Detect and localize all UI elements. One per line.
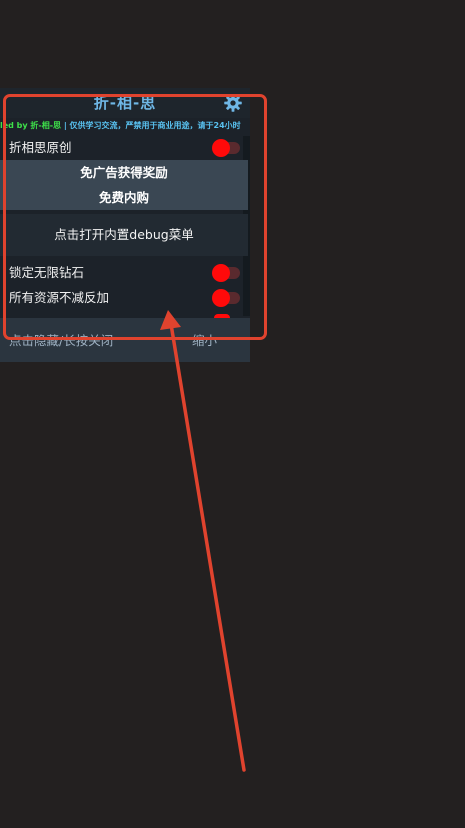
marquee-credit: led by 折-相-思 [0,121,62,130]
switch-knob [212,289,230,307]
toggle-label: 折相思原创 [9,140,72,155]
marquee-disclaimer: | 仅供学习交流，严禁用于商业用途，请于24小时 [61,121,241,130]
menu-footer: 点击隐藏/长按关闭 缩小 [0,318,250,362]
toggle-row-diamonds[interactable]: 锁定无限钻石 [0,261,243,285]
menu-title: 折-相-思 [93,94,157,112]
toggle-row-original[interactable]: 折相思原创 [0,136,243,160]
debug-menu-button[interactable]: 点击打开内置debug菜单 [0,214,248,256]
reward-purchase-block: 免广告获得奖励 免费内购 [0,160,248,210]
free-purchase-button[interactable]: 免费内购 [0,189,248,206]
toggle-switch[interactable] [212,264,240,282]
toggle-switch[interactable] [212,139,240,157]
switch-knob [212,139,230,157]
hide-close-button[interactable]: 点击隐藏/长按关闭 [9,330,113,349]
screen: 折-相-思 led by 折-相-思 | 仅供学习交流，严禁用于商业用途，请于2… [0,0,465,828]
toggle-switch[interactable] [212,289,240,307]
ad-free-reward-button[interactable]: 免广告获得奖励 [0,164,248,181]
toggle-row-resources[interactable]: 所有资源不减反加 [0,286,243,310]
gear-icon[interactable] [223,93,243,113]
minimize-button[interactable]: 缩小 [192,330,217,349]
marquee-notice: led by 折-相-思 | 仅供学习交流，严禁用于商业用途，请于24小时 [0,118,250,134]
mod-menu-panel: 折-相-思 led by 折-相-思 | 仅供学习交流，严禁用于商业用途，请于2… [0,88,250,362]
toggle-label: 锁定无限钻石 [9,265,85,280]
menu-header: 折-相-思 [0,88,250,118]
switch-knob [212,264,230,282]
toggle-label: 所有资源不减反加 [9,290,110,305]
